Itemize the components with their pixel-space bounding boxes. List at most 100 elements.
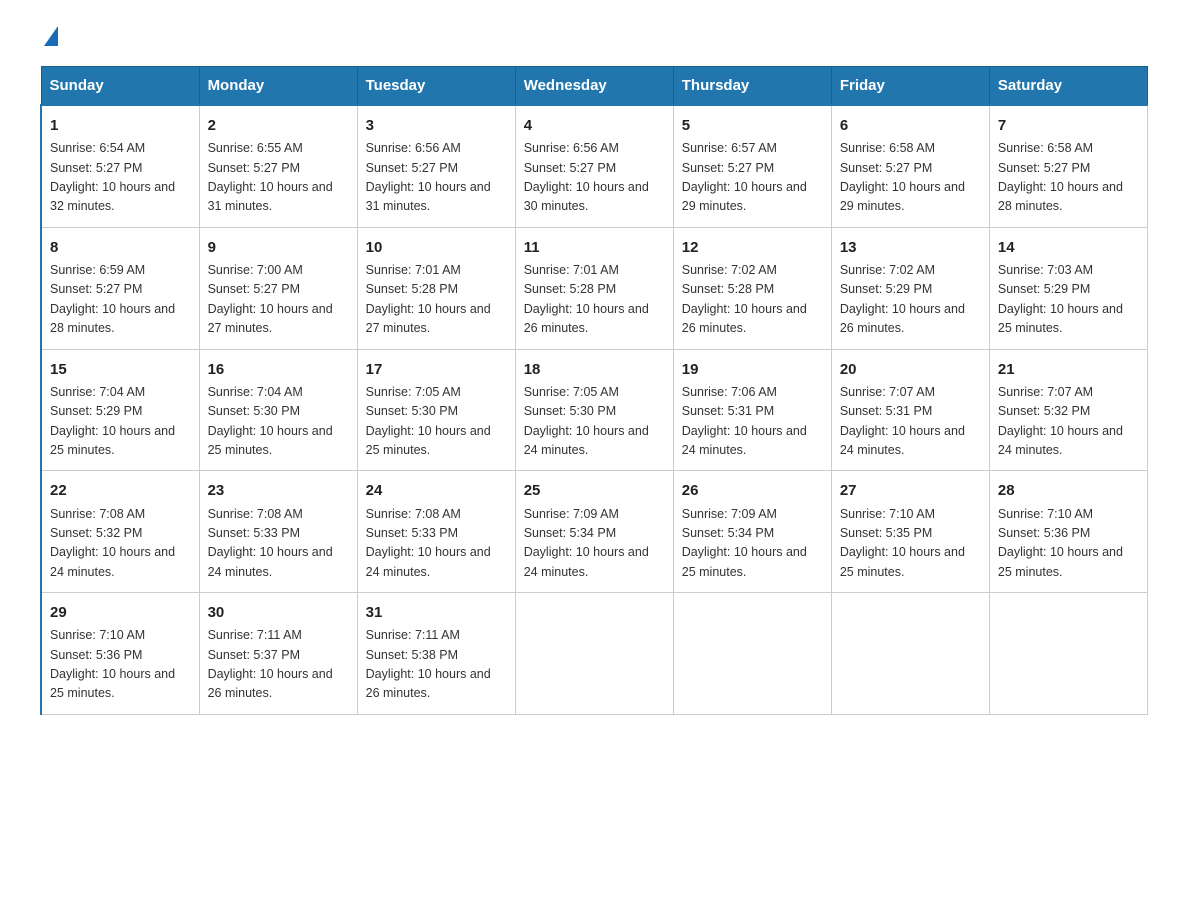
day-number: 26 <box>682 479 823 502</box>
day-cell: 20Sunrise: 7:07 AMSunset: 5:31 PMDayligh… <box>831 349 989 471</box>
day-cell: 8 Sunrise: 6:59 AMSunset: 5:27 PMDaylight… <box>41 227 199 349</box>
day-info: Sunrise: 7:04 AMSunset: 5:30 PMDaylight:… <box>208 385 333 457</box>
weekday-header-saturday: Saturday <box>989 67 1147 106</box>
day-info: Sunrise: 6:58 AMSunset: 5:27 PMDaylight:… <box>840 141 965 213</box>
day-info: Sunrise: 7:07 AMSunset: 5:31 PMDaylight:… <box>840 385 965 457</box>
day-number: 30 <box>208 601 349 624</box>
day-info: Sunrise: 7:00 AMSunset: 5:27 PMDaylight:… <box>208 263 333 335</box>
logo <box>40 30 58 46</box>
day-cell: 13Sunrise: 7:02 AMSunset: 5:29 PMDayligh… <box>831 227 989 349</box>
day-cell: 21Sunrise: 7:07 AMSunset: 5:32 PMDayligh… <box>989 349 1147 471</box>
day-info: Sunrise: 6:57 AMSunset: 5:27 PMDaylight:… <box>682 141 807 213</box>
day-number: 31 <box>366 601 507 624</box>
day-info: Sunrise: 7:08 AMSunset: 5:33 PMDaylight:… <box>208 507 333 579</box>
day-number: 17 <box>366 358 507 381</box>
day-cell: 11Sunrise: 7:01 AMSunset: 5:28 PMDayligh… <box>515 227 673 349</box>
day-number: 8 <box>50 236 191 259</box>
day-cell: 2Sunrise: 6:55 AMSunset: 5:27 PMDaylight… <box>199 105 357 227</box>
day-number: 12 <box>682 236 823 259</box>
day-info: Sunrise: 7:10 AMSunset: 5:36 PMDaylight:… <box>998 507 1123 579</box>
weekday-header-monday: Monday <box>199 67 357 106</box>
day-cell <box>673 593 831 715</box>
day-cell: 17 Sunrise: 7:05 AMSunset: 5:30 PMDayligh… <box>357 349 515 471</box>
day-cell: 5 Sunrise: 6:57 AMSunset: 5:27 PMDaylight… <box>673 105 831 227</box>
week-row-4: 22 Sunrise: 7:08 AMSunset: 5:32 PMDayligh… <box>41 471 1148 593</box>
calendar-body: 1 Sunrise: 6:54 AMSunset: 5:27 PMDaylight… <box>41 105 1148 714</box>
day-number: 22 <box>50 479 191 502</box>
day-number: 18 <box>524 358 665 381</box>
day-number: 27 <box>840 479 981 502</box>
day-cell: 6 Sunrise: 6:58 AMSunset: 5:27 PMDaylight… <box>831 105 989 227</box>
day-number: 10 <box>366 236 507 259</box>
day-number: 5 <box>682 114 823 137</box>
week-row-5: 29 Sunrise: 7:10 AMSunset: 5:36 PMDayligh… <box>41 593 1148 715</box>
day-number: 19 <box>682 358 823 381</box>
day-cell: 3 Sunrise: 6:56 AMSunset: 5:27 PMDaylight… <box>357 105 515 227</box>
day-number: 15 <box>50 358 191 381</box>
day-cell: 16 Sunrise: 7:04 AMSunset: 5:30 PMDayligh… <box>199 349 357 471</box>
day-info: Sunrise: 7:02 AMSunset: 5:28 PMDaylight:… <box>682 263 807 335</box>
weekday-header-row: SundayMondayTuesdayWednesdayThursdayFrid… <box>41 67 1148 106</box>
day-cell: 31 Sunrise: 7:11 AMSunset: 5:38 PMDayligh… <box>357 593 515 715</box>
day-info: Sunrise: 6:54 AMSunset: 5:27 PMDaylight:… <box>50 141 175 213</box>
day-cell: 27 Sunrise: 7:10 AMSunset: 5:35 PMDayligh… <box>831 471 989 593</box>
weekday-header-friday: Friday <box>831 67 989 106</box>
day-number: 2 <box>208 114 349 137</box>
week-row-3: 15 Sunrise: 7:04 AMSunset: 5:29 PMDayligh… <box>41 349 1148 471</box>
day-number: 16 <box>208 358 349 381</box>
day-cell: 12 Sunrise: 7:02 AMSunset: 5:28 PMDayligh… <box>673 227 831 349</box>
day-info: Sunrise: 7:03 AMSunset: 5:29 PMDaylight:… <box>998 263 1123 335</box>
day-cell: 23Sunrise: 7:08 AMSunset: 5:33 PMDayligh… <box>199 471 357 593</box>
day-cell: 1 Sunrise: 6:54 AMSunset: 5:27 PMDaylight… <box>41 105 199 227</box>
weekday-header-wednesday: Wednesday <box>515 67 673 106</box>
day-cell: 28Sunrise: 7:10 AMSunset: 5:36 PMDayligh… <box>989 471 1147 593</box>
day-info: Sunrise: 6:58 AMSunset: 5:27 PMDaylight:… <box>998 141 1123 213</box>
day-number: 24 <box>366 479 507 502</box>
day-cell: 9 Sunrise: 7:00 AMSunset: 5:27 PMDaylight… <box>199 227 357 349</box>
day-info: Sunrise: 7:09 AMSunset: 5:34 PMDaylight:… <box>524 507 649 579</box>
page-header <box>40 30 1148 46</box>
day-number: 1 <box>50 114 191 137</box>
day-cell: 7Sunrise: 6:58 AMSunset: 5:27 PMDaylight… <box>989 105 1147 227</box>
day-info: Sunrise: 7:11 AMSunset: 5:38 PMDaylight:… <box>366 628 491 700</box>
day-number: 4 <box>524 114 665 137</box>
day-cell: 18Sunrise: 7:05 AMSunset: 5:30 PMDayligh… <box>515 349 673 471</box>
week-row-2: 8 Sunrise: 6:59 AMSunset: 5:27 PMDaylight… <box>41 227 1148 349</box>
calendar-table: SundayMondayTuesdayWednesdayThursdayFrid… <box>40 66 1148 715</box>
day-info: Sunrise: 7:01 AMSunset: 5:28 PMDaylight:… <box>524 263 649 335</box>
day-info: Sunrise: 7:01 AMSunset: 5:28 PMDaylight:… <box>366 263 491 335</box>
day-info: Sunrise: 7:08 AMSunset: 5:32 PMDaylight:… <box>50 507 175 579</box>
day-cell: 30 Sunrise: 7:11 AMSunset: 5:37 PMDayligh… <box>199 593 357 715</box>
day-number: 3 <box>366 114 507 137</box>
weekday-header-tuesday: Tuesday <box>357 67 515 106</box>
day-cell: 19 Sunrise: 7:06 AMSunset: 5:31 PMDayligh… <box>673 349 831 471</box>
weekday-header-thursday: Thursday <box>673 67 831 106</box>
logo-triangle-icon <box>44 26 58 46</box>
day-info: Sunrise: 7:06 AMSunset: 5:31 PMDaylight:… <box>682 385 807 457</box>
day-info: Sunrise: 6:56 AMSunset: 5:27 PMDaylight:… <box>366 141 491 213</box>
day-number: 21 <box>998 358 1139 381</box>
day-info: Sunrise: 7:08 AMSunset: 5:33 PMDaylight:… <box>366 507 491 579</box>
day-cell: 14 Sunrise: 7:03 AMSunset: 5:29 PMDayligh… <box>989 227 1147 349</box>
day-info: Sunrise: 7:05 AMSunset: 5:30 PMDaylight:… <box>366 385 491 457</box>
day-info: Sunrise: 6:59 AMSunset: 5:27 PMDaylight:… <box>50 263 175 335</box>
day-info: Sunrise: 7:02 AMSunset: 5:29 PMDaylight:… <box>840 263 965 335</box>
day-cell <box>989 593 1147 715</box>
day-info: Sunrise: 7:11 AMSunset: 5:37 PMDaylight:… <box>208 628 333 700</box>
day-number: 14 <box>998 236 1139 259</box>
day-info: Sunrise: 7:10 AMSunset: 5:35 PMDaylight:… <box>840 507 965 579</box>
day-info: Sunrise: 7:09 AMSunset: 5:34 PMDaylight:… <box>682 507 807 579</box>
day-info: Sunrise: 7:10 AMSunset: 5:36 PMDaylight:… <box>50 628 175 700</box>
day-cell: 25Sunrise: 7:09 AMSunset: 5:34 PMDayligh… <box>515 471 673 593</box>
day-cell: 26 Sunrise: 7:09 AMSunset: 5:34 PMDayligh… <box>673 471 831 593</box>
day-cell: 10 Sunrise: 7:01 AMSunset: 5:28 PMDayligh… <box>357 227 515 349</box>
day-number: 6 <box>840 114 981 137</box>
day-cell: 24 Sunrise: 7:08 AMSunset: 5:33 PMDayligh… <box>357 471 515 593</box>
day-number: 29 <box>50 601 191 624</box>
day-info: Sunrise: 7:04 AMSunset: 5:29 PMDaylight:… <box>50 385 175 457</box>
day-info: Sunrise: 6:56 AMSunset: 5:27 PMDaylight:… <box>524 141 649 213</box>
day-number: 9 <box>208 236 349 259</box>
week-row-1: 1 Sunrise: 6:54 AMSunset: 5:27 PMDaylight… <box>41 105 1148 227</box>
day-cell <box>515 593 673 715</box>
day-cell <box>831 593 989 715</box>
